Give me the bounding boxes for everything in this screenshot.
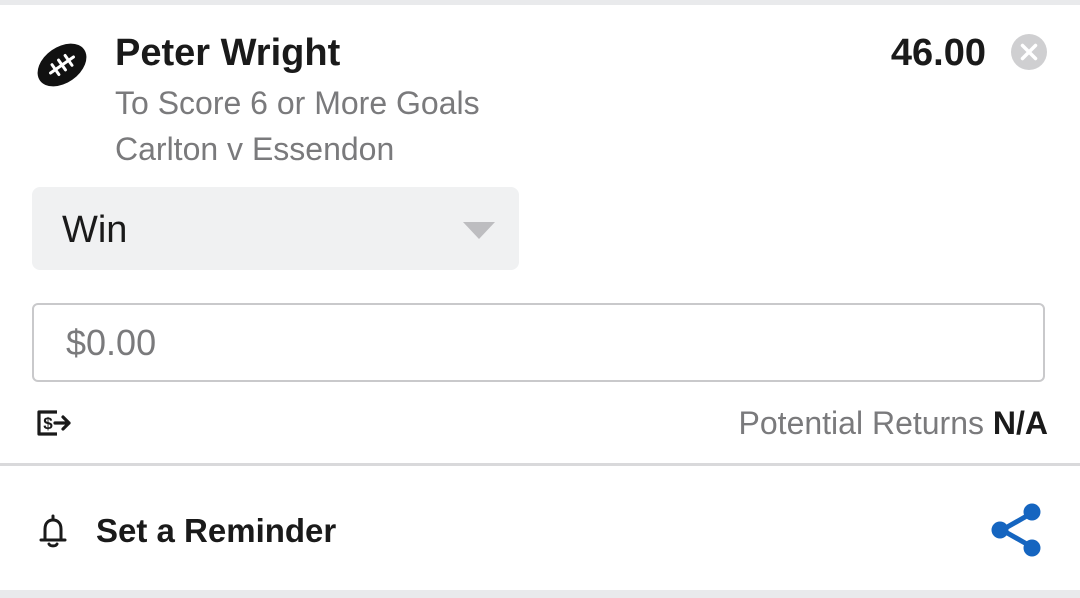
bet-type-dropdown[interactable]: Win: [32, 187, 519, 270]
set-reminder-button[interactable]: Set a Reminder: [96, 511, 336, 551]
runner-name: Peter Wright: [115, 32, 341, 74]
potential-returns-label: Potential Returns: [738, 405, 984, 441]
bet-type-selected: Win: [62, 209, 128, 251]
potential-returns-value: N/A: [992, 405, 1048, 441]
potential-returns: Potential Returns N/A: [739, 403, 1048, 443]
stake-input[interactable]: [32, 303, 1045, 382]
share-icon[interactable]: [988, 500, 1044, 560]
close-icon: [1020, 43, 1038, 61]
odds-value: 46.00: [890, 32, 986, 74]
chevron-down-icon: [463, 222, 495, 239]
remove-selection-button[interactable]: [1011, 34, 1047, 70]
football-icon: [33, 37, 91, 93]
bell-icon[interactable]: [38, 513, 68, 549]
cash-icon: $: [37, 410, 71, 436]
reminder-row: Set a Reminder: [0, 466, 1080, 590]
market-name: To Score 6 or More Goals: [115, 85, 480, 121]
event-name: Carlton v Essendon: [115, 131, 395, 167]
bet-slip-card: Peter Wright 46.00 To Score 6 or More Go…: [0, 5, 1080, 590]
svg-text:$: $: [43, 414, 53, 433]
